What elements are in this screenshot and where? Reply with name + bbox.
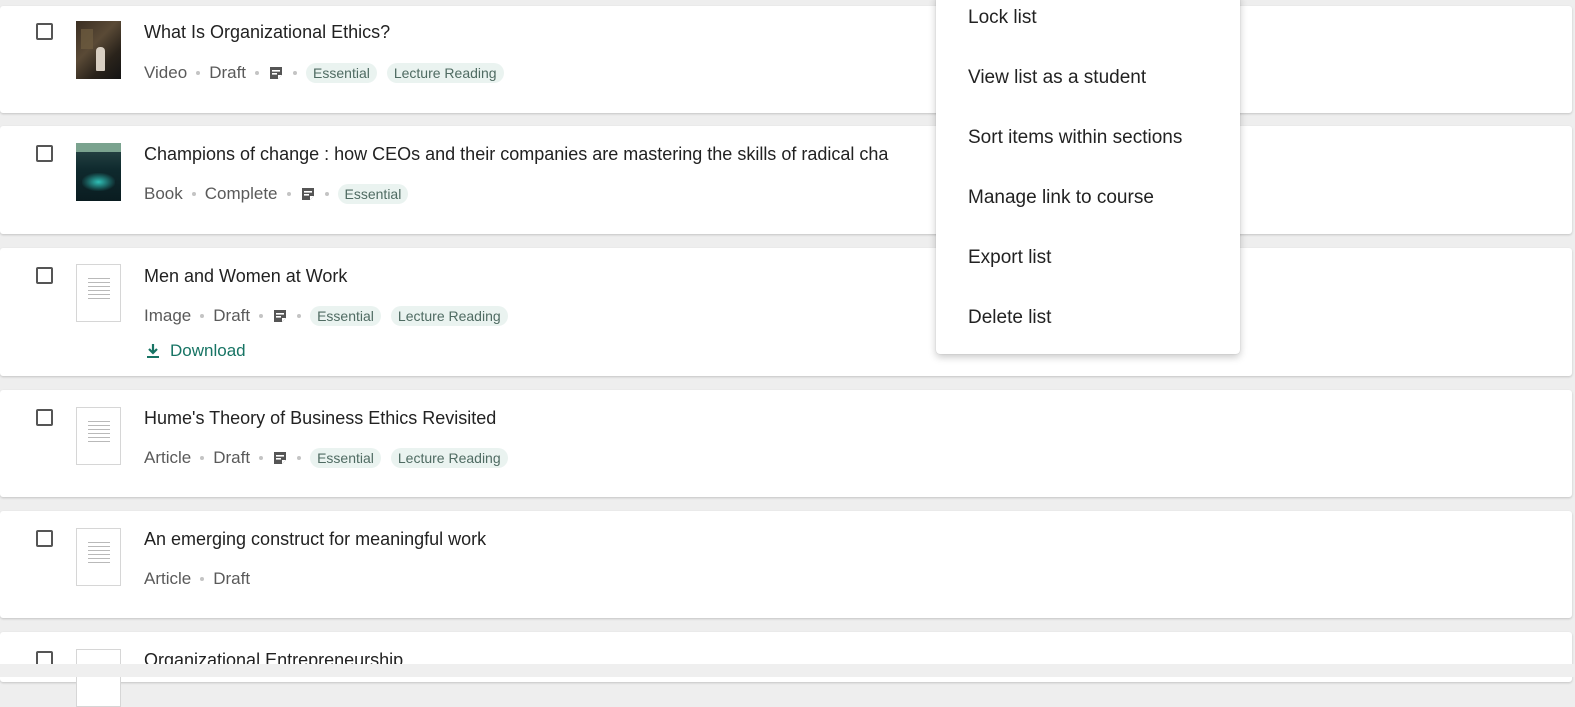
separator-dot [200,577,205,581]
item-meta: Image Draft Essential Lecture Reading [144,305,518,327]
tag-lecture-reading: Lecture Reading [390,306,508,326]
tag-essential: Essential [310,448,381,468]
item-status: Complete [204,184,278,203]
item-title[interactable]: Champions of change : how CEOs and their… [144,144,888,165]
item-type: Book [144,184,183,203]
item-title[interactable]: Men and Women at Work [144,266,347,287]
item-checkbox[interactable] [36,409,53,426]
item-status: Draft [213,448,251,467]
item-title[interactable]: An emerging construct for meaningful wor… [144,529,486,550]
separator-dot [259,456,264,460]
item-meta: Article Draft Essential Lecture Reading [144,447,518,469]
separator-dot [293,71,298,75]
tag-essential: Essential [310,306,381,326]
item-checkbox[interactable] [36,23,53,40]
menu-item-lock-list[interactable]: Lock list [936,0,1240,42]
menu-item-export-list[interactable]: Export list [936,234,1240,282]
item-status: Draft [213,569,251,588]
document-icon[interactable] [76,528,121,586]
item-type: Image [144,306,192,325]
menu-item-manage-link[interactable]: Manage link to course [936,174,1240,222]
separator-dot [297,314,302,318]
item-title[interactable]: What Is Organizational Ethics? [144,22,390,43]
tag-essential: Essential [306,63,377,83]
book-cover-thumbnail[interactable] [76,143,121,201]
download-label: Download [170,341,246,360]
item-meta: Video Draft Essential Lecture Reading [144,62,514,84]
list-item: Hume's Theory of Business Ethics Revisit… [0,390,1572,497]
separator-dot [196,71,201,75]
video-thumbnail[interactable] [76,21,121,79]
item-status: Draft [213,306,251,325]
item-checkbox[interactable] [36,530,53,547]
note-icon[interactable] [300,186,316,202]
item-meta: Article Draft [144,568,250,590]
separator-dot [191,192,196,196]
list-item: An emerging construct for meaningful wor… [0,511,1572,618]
document-icon[interactable] [76,264,121,322]
tag-essential: Essential [337,184,409,204]
menu-item-view-as-student[interactable]: View list as a student [936,54,1240,102]
bottom-scroll-strip [0,664,1575,677]
list-item: What Is Organizational Ethics? Video Dra… [0,6,1572,113]
item-title[interactable]: Hume's Theory of Business Ethics Revisit… [144,408,496,429]
item-type: Article [144,448,192,467]
item-meta: Book Complete Essential [144,183,418,205]
note-icon[interactable] [268,65,284,81]
separator-dot [286,192,291,196]
download-icon [147,344,159,358]
tag-lecture-reading: Lecture Reading [390,448,508,468]
item-status: Draft [209,63,247,82]
note-icon[interactable] [272,308,288,324]
download-link[interactable]: Download [146,341,246,361]
separator-dot [297,456,302,460]
document-icon[interactable] [76,649,121,707]
document-icon[interactable] [76,407,121,465]
separator-dot [200,314,205,318]
item-type: Video [144,63,188,82]
note-icon[interactable] [272,450,288,466]
item-checkbox[interactable] [36,267,53,284]
separator-dot [259,314,264,318]
menu-item-delete-list[interactable]: Delete list [936,294,1240,342]
separator-dot [255,71,260,75]
item-type: Article [144,569,192,588]
tag-lecture-reading: Lecture Reading [386,63,504,83]
item-checkbox[interactable] [36,145,53,162]
menu-item-sort-items[interactable]: Sort items within sections [936,114,1240,162]
list-actions-menu: Lock list View list as a student Sort it… [936,0,1240,354]
separator-dot [324,192,329,196]
list-item: Champions of change : how CEOs and their… [0,126,1572,234]
separator-dot [200,456,205,460]
